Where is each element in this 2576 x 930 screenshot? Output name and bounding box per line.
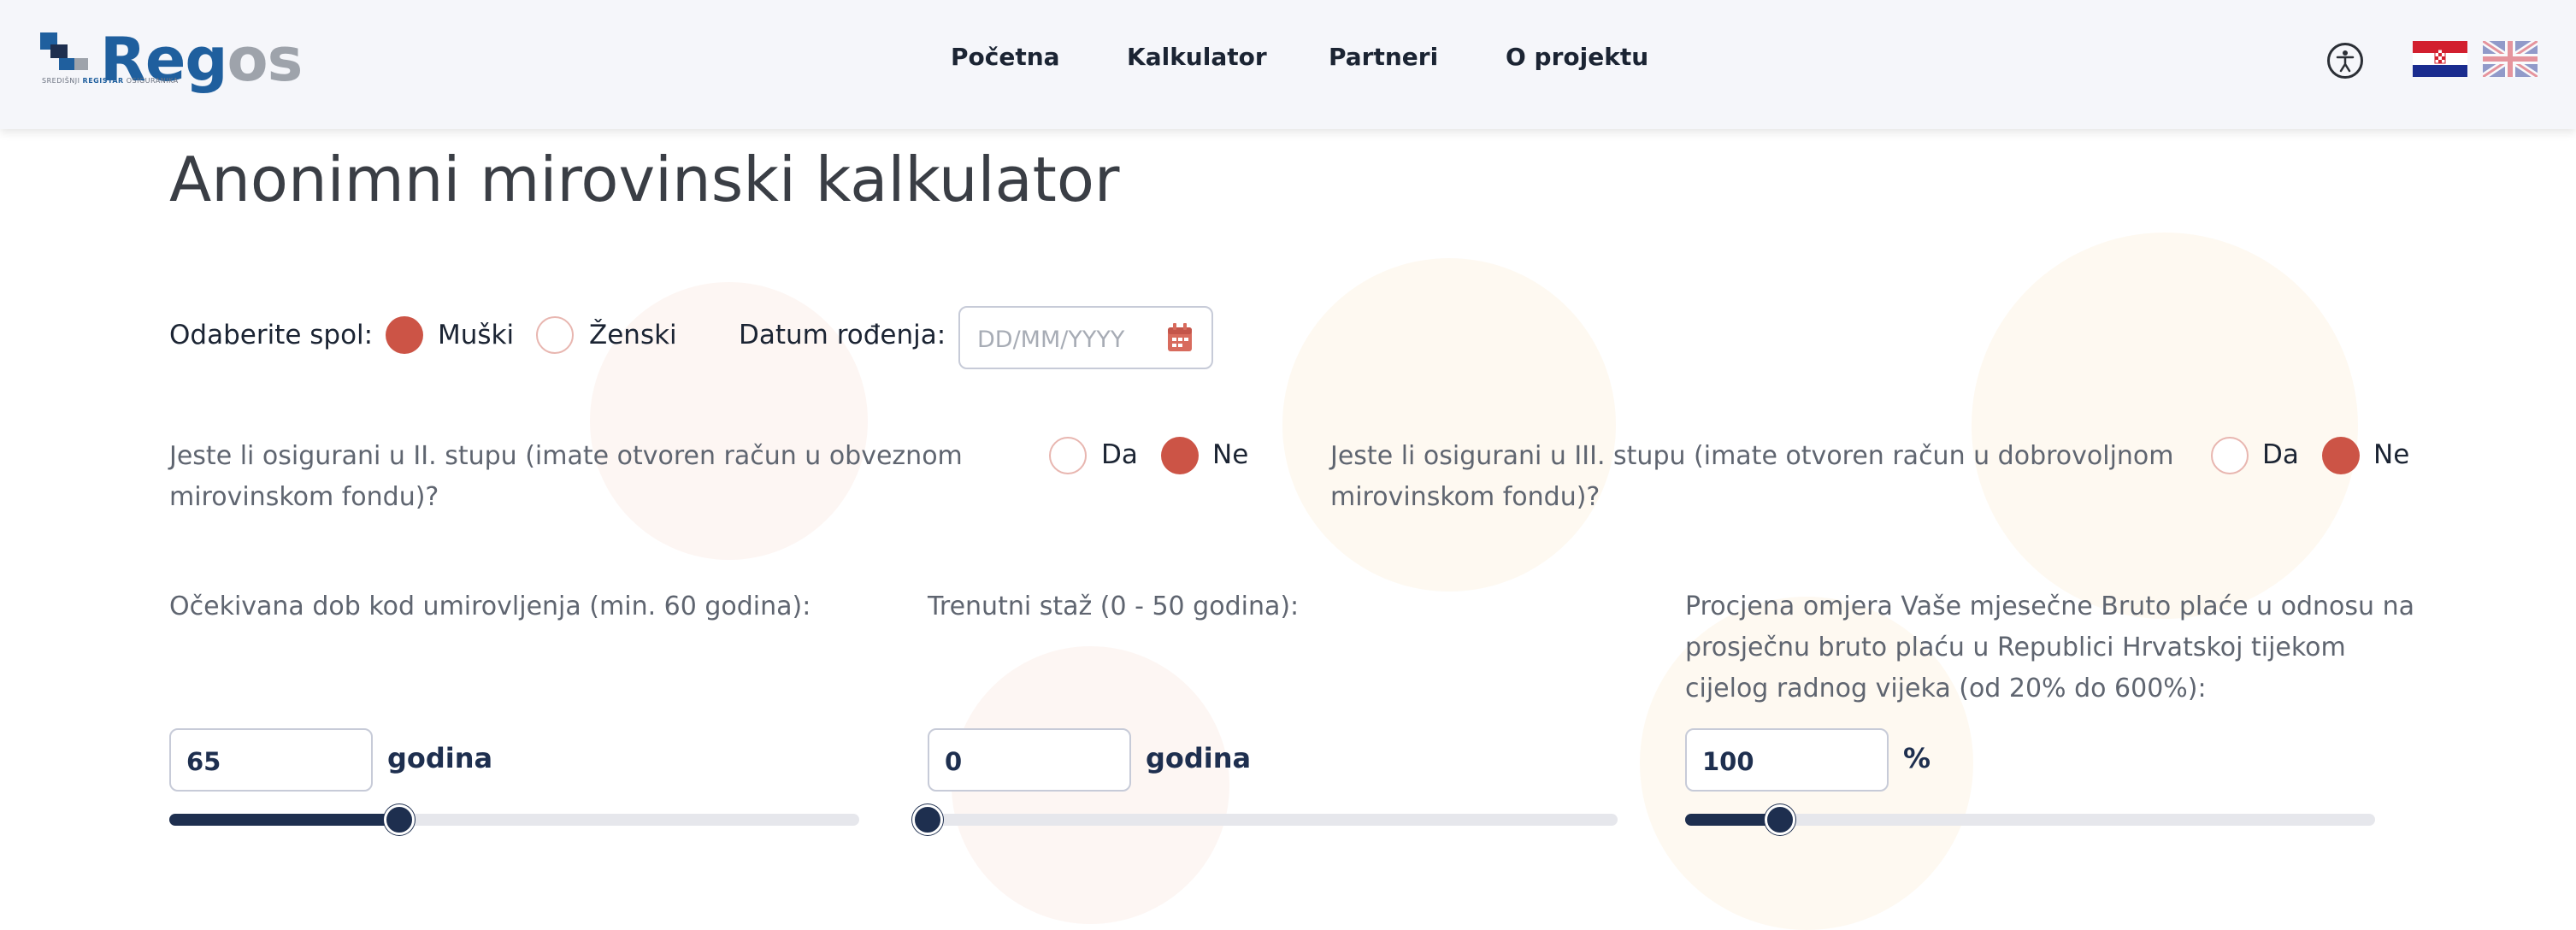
- gender-male-radio[interactable]: [386, 316, 423, 354]
- pillar3-yes-radio[interactable]: [2211, 437, 2249, 474]
- service-label: Trenutni staž (0 - 50 godina):: [928, 592, 1300, 621]
- logo-mark-icon: [40, 32, 88, 70]
- salary-ratio-slider[interactable]: [1685, 804, 2375, 835]
- gender-female-radio[interactable]: [536, 316, 574, 354]
- retirement-age-field[interactable]: [169, 728, 373, 792]
- pillar2-no-radio[interactable]: [1161, 437, 1199, 474]
- salary-ratio-field[interactable]: [1685, 728, 1889, 792]
- nav-o-projektu[interactable]: O projektu: [1506, 43, 1648, 71]
- slider-thumb[interactable]: [383, 804, 415, 835]
- pillar2-yes-label[interactable]: Da: [1101, 439, 1138, 470]
- pillar3-no-label[interactable]: Ne: [2373, 439, 2409, 470]
- uk-flag-icon[interactable]: [2483, 41, 2538, 77]
- decor-circle: [1972, 232, 2358, 619]
- nav-partneri[interactable]: Partneri: [1329, 43, 1438, 71]
- accessibility-icon[interactable]: [2327, 43, 2363, 79]
- pillar3-question: Jeste li osigurani u III. stupu (imate o…: [1330, 441, 2174, 512]
- service-slider[interactable]: [912, 804, 1618, 835]
- page-title: Anonimni mirovinski kalkulator: [169, 144, 1120, 215]
- service-input[interactable]: [943, 744, 1117, 780]
- top-navbar: Regos SREDIŠNJI REGISTAR OSIGURANIKA Poč…: [0, 0, 2576, 129]
- logo-tagline: SREDIŠNJI REGISTAR OSIGURANIKA: [42, 77, 179, 85]
- regos-logo[interactable]: Regos SREDIŠNJI REGISTAR OSIGURANIKA: [40, 26, 303, 97]
- retirement-age-slider[interactable]: [169, 804, 859, 835]
- gender-female-label[interactable]: Ženski: [589, 320, 677, 350]
- retirement-age-unit: godina: [387, 742, 493, 774]
- birth-date-input[interactable]: [976, 323, 1167, 356]
- salary-ratio-label: Procjena omjera Vaše mjesečne Bruto plać…: [1685, 592, 2414, 703]
- croatian-flag-icon[interactable]: [2413, 41, 2467, 77]
- pillar2-question: Jeste li osigurani u II. stupu (imate ot…: [169, 441, 963, 512]
- slider-thumb[interactable]: [1765, 804, 1796, 835]
- gender-label: Odaberite spol:: [169, 320, 374, 350]
- retirement-age-input[interactable]: [185, 744, 359, 780]
- birth-date-field[interactable]: [958, 306, 1213, 369]
- salary-ratio-input[interactable]: [1701, 744, 1875, 780]
- gender-male-label[interactable]: Muški: [438, 320, 514, 350]
- birth-date-label: Datum rođenja:: [739, 320, 946, 350]
- slider-thumb[interactable]: [912, 804, 943, 835]
- pillar2-yes-radio[interactable]: [1049, 437, 1087, 474]
- decor-circle: [1282, 258, 1616, 592]
- service-field[interactable]: [928, 728, 1131, 792]
- nav-pocetna[interactable]: Početna: [951, 43, 1060, 71]
- service-unit: godina: [1146, 742, 1252, 774]
- pillar3-yes-label[interactable]: Da: [2262, 439, 2299, 470]
- nav-kalkulator[interactable]: Kalkulator: [1127, 43, 1267, 71]
- pillar3-no-radio[interactable]: [2322, 437, 2360, 474]
- calendar-icon[interactable]: [1167, 323, 1193, 352]
- salary-ratio-unit: %: [1903, 742, 1931, 774]
- retirement-age-label: Očekivana dob kod umirovljenja (min. 60 …: [169, 592, 811, 621]
- slider-fill: [169, 814, 399, 826]
- pillar2-no-label[interactable]: Ne: [1212, 439, 1248, 470]
